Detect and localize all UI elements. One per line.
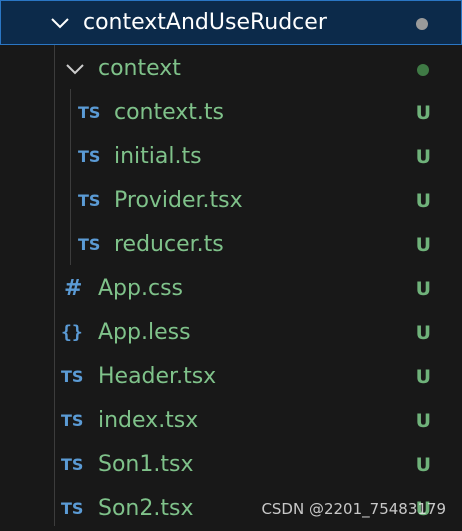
watermark: CSDN @2201_75483179 [261,500,446,518]
less-file-icon: {} [61,322,83,343]
file-row[interactable]: {} App.less U [0,311,462,355]
untracked-status: U [415,190,431,212]
folder-row-root[interactable]: contextAndUseRudcer [0,0,462,45]
typescript-file-icon: TS [61,499,84,518]
typescript-file-icon: TS [61,367,84,386]
folder-name: context [98,56,181,81]
untracked-status: U [415,146,431,168]
file-name: context.ts [114,100,224,125]
untracked-status: U [415,234,431,256]
file-row[interactable]: # App.css U [0,267,462,311]
typescript-file-icon: TS [61,411,84,430]
chevron-down-icon[interactable] [49,12,69,32]
untracked-status: U [415,322,431,344]
file-name: reducer.ts [114,232,224,257]
file-row[interactable]: TS Son1.tsx U [0,443,462,487]
typescript-file-icon: TS [61,455,84,474]
css-file-icon: # [64,276,83,301]
file-row[interactable]: TS Header.tsx U [0,355,462,399]
typescript-file-icon: TS [78,235,101,254]
chevron-down-icon[interactable] [64,58,84,78]
file-row[interactable]: TS context.ts U [0,91,462,135]
file-explorer-tree: contextAndUseRudcer context TS context.t… [0,0,462,526]
folder-status-dot [416,18,428,30]
typescript-file-icon: TS [78,103,101,122]
file-name: initial.ts [114,144,202,169]
folder-status-dot [417,64,429,76]
file-name: Son1.tsx [98,452,194,477]
untracked-status: U [415,278,431,300]
untracked-status: U [415,102,431,124]
folder-row-context[interactable]: context [0,47,462,91]
file-name: Provider.tsx [114,188,243,213]
untracked-status: U [415,366,431,388]
folder-name: contextAndUseRudcer [83,10,327,35]
untracked-status: U [415,454,431,476]
file-name: Son2.tsx [98,496,194,521]
untracked-status: U [415,410,431,432]
file-name: App.css [98,276,183,301]
file-row[interactable]: TS Provider.tsx U [0,179,462,223]
file-name: index.tsx [98,408,199,433]
file-name: App.less [98,320,191,345]
typescript-file-icon: TS [78,147,101,166]
typescript-file-icon: TS [78,191,101,210]
file-name: Header.tsx [98,364,217,389]
file-row[interactable]: TS index.tsx U [0,399,462,443]
file-row[interactable]: TS initial.ts U [0,135,462,179]
file-row[interactable]: TS reducer.ts U [0,223,462,267]
